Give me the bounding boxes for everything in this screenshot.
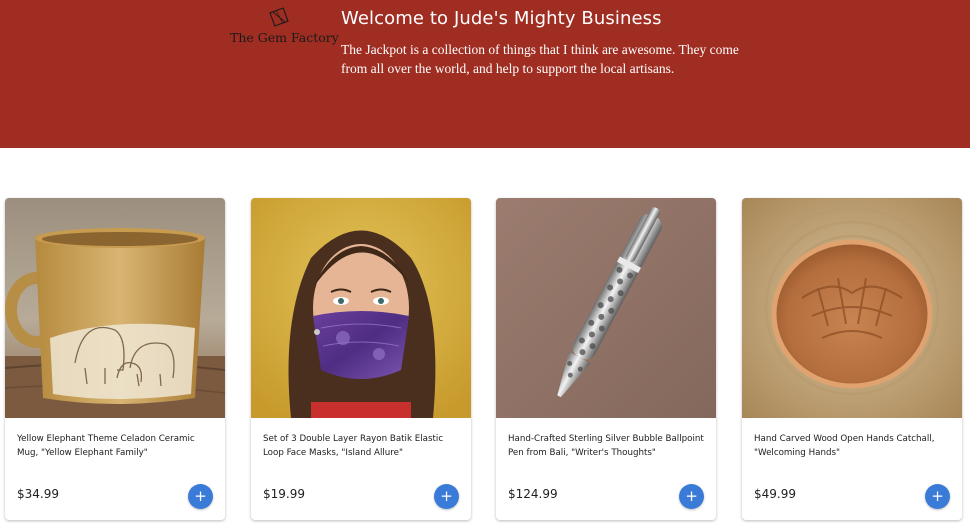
hero-banner: The Gem Factory Welcome to Jude's Mighty… [0, 0, 970, 148]
page-description: The Jackpot is a collection of things th… [341, 42, 739, 76]
silver-pen-photo [496, 198, 716, 418]
add-to-cart-button[interactable]: + [188, 484, 213, 509]
site-logo[interactable]: The Gem Factory [230, 6, 339, 48]
product-card[interactable]: Set of 3 Double Layer Rayon Batik Elasti… [251, 198, 471, 520]
add-to-cart-button[interactable]: + [434, 484, 459, 509]
product-title[interactable]: Hand-Crafted Sterling Silver Bubble Ball… [508, 432, 706, 460]
face-mask-photo [251, 198, 471, 418]
product-image[interactable] [742, 198, 962, 418]
product-price: $19.99 [263, 487, 305, 501]
product-card[interactable]: Hand Carved Wood Open Hands Catchall, "W… [742, 198, 962, 520]
gem-logo-icon [269, 7, 289, 27]
page-title: Welcome to Jude's Mighty Business [341, 8, 662, 29]
product-image[interactable] [5, 198, 225, 418]
product-title[interactable]: Yellow Elephant Theme Celadon Ceramic Mu… [17, 432, 215, 460]
product-price: $124.99 [508, 487, 558, 501]
logo-text: The Gem Factory [230, 30, 339, 45]
add-to-cart-button[interactable]: + [925, 484, 950, 509]
ceramic-mug-photo [5, 198, 225, 418]
product-image[interactable] [496, 198, 716, 418]
add-to-cart-button[interactable]: + [679, 484, 704, 509]
product-card[interactable]: Yellow Elephant Theme Celadon Ceramic Mu… [5, 198, 225, 520]
product-card[interactable]: Hand-Crafted Sterling Silver Bubble Ball… [496, 198, 716, 520]
product-title[interactable]: Hand Carved Wood Open Hands Catchall, "W… [754, 432, 952, 460]
product-title[interactable]: Set of 3 Double Layer Rayon Batik Elasti… [263, 432, 461, 460]
product-price: $49.99 [754, 487, 796, 501]
wood-bowl-photo [742, 198, 962, 418]
product-image[interactable] [251, 198, 471, 418]
product-price: $34.99 [17, 487, 59, 501]
